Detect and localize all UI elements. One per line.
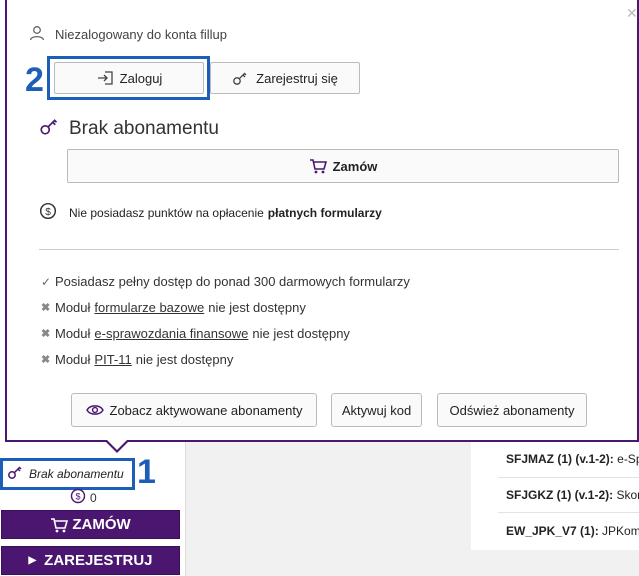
cross-icon: ✖ — [41, 302, 51, 314]
svg-text:$: $ — [75, 492, 80, 502]
coins-icon: $ — [39, 202, 57, 223]
order-subscription-button[interactable]: Zamów — [67, 149, 619, 183]
cart-icon — [50, 517, 69, 533]
points-value: 0 — [90, 490, 97, 505]
module-link[interactable]: PIT-11 — [94, 352, 131, 367]
subscription-title: Brak abonamentu — [69, 117, 219, 139]
account-popup: ✕ Niezalogowany do konta fillup 2 Zalogu… — [5, 0, 639, 442]
close-icon[interactable]: ✕ — [626, 6, 638, 20]
login-button-label: Zaloguj — [119, 70, 163, 86]
activate-code-label: Aktywuj kod — [341, 402, 412, 418]
register-account-button[interactable]: Zarejestruj się — [210, 62, 360, 94]
user-status-text: Niezalogowany do konta fillup — [55, 27, 227, 42]
key-icon — [39, 116, 59, 141]
points-info: $ Nie posiadasz punktów na opłacenie płat… — [39, 202, 382, 223]
subscription-header: Brak abonamentu — [39, 116, 219, 141]
module-link[interactable]: formularze bazowe — [94, 300, 204, 315]
subscription-status-label: Brak abonamentu — [29, 467, 124, 481]
refresh-subscriptions-button[interactable]: Odśwież abonamenty — [437, 393, 587, 427]
cart-icon — [309, 158, 327, 174]
login-icon — [96, 70, 114, 86]
annotation-marker-2: 2 — [25, 61, 44, 99]
popup-pointer-inner — [106, 439, 128, 450]
key-icon — [7, 464, 23, 485]
row-divider — [498, 477, 639, 478]
key-icon — [232, 70, 250, 86]
divider — [39, 249, 619, 250]
play-icon: ▶ — [28, 555, 37, 566]
order-button[interactable]: ZAMÓW — [1, 510, 180, 539]
table-row[interactable]: EW_JPK_V7 (1): JPKom — [506, 524, 639, 538]
order-subscription-label: Zamów — [332, 158, 378, 174]
points-counter: $ 0 — [70, 488, 97, 507]
activate-code-button[interactable]: Aktywuj kod — [331, 393, 422, 427]
check-icon: ✓ — [41, 274, 52, 289]
feature-item: ✖ Moduł formularze bazowe nie jest dostę… — [41, 300, 306, 315]
subscription-status-button[interactable]: Brak abonamentu — [0, 458, 135, 490]
annotation-marker-1: 1 — [137, 453, 156, 491]
module-link[interactable]: e-sprawozdania finansowe — [94, 326, 248, 341]
user-icon — [29, 25, 45, 44]
coins-icon: $ — [70, 488, 86, 507]
eye-icon — [85, 403, 104, 417]
register-account-label: Zarejestruj się — [256, 70, 338, 86]
register-button[interactable]: ▶ ZAREJESTRUJ — [1, 546, 180, 575]
feature-item: ✖ Moduł PIT-11 nie jest dostępny — [41, 352, 234, 367]
order-button-label: ZAMÓW — [72, 516, 131, 533]
feature-item: ✖ Moduł e-sprawozdania finansowe nie jes… — [41, 326, 350, 341]
view-subscriptions-button[interactable]: Zobacz aktywowane abonamenty — [71, 393, 317, 427]
row-divider — [498, 512, 639, 513]
view-subscriptions-label: Zobacz aktywowane abonamenty — [109, 402, 303, 418]
refresh-subscriptions-label: Odśwież abonamenty — [449, 402, 575, 418]
login-button[interactable]: Zaloguj — [54, 62, 204, 94]
table-row[interactable]: SFJMAZ (1) (v.1-2): e-Sp — [506, 452, 639, 466]
table-row[interactable]: SFJGKZ (1) (v.1-2): Skon — [506, 488, 639, 502]
points-info-text: Nie posiadasz punktów na opłacenie płatny… — [69, 205, 382, 220]
cross-icon: ✖ — [41, 328, 51, 340]
user-status: Niezalogowany do konta fillup — [29, 25, 227, 44]
feature-item: ✓ Posiadasz pełny dostęp do ponad 300 da… — [41, 274, 410, 289]
register-button-label: ZAREJESTRUJ — [44, 552, 153, 569]
svg-text:$: $ — [45, 207, 51, 218]
cross-icon: ✖ — [41, 354, 51, 366]
